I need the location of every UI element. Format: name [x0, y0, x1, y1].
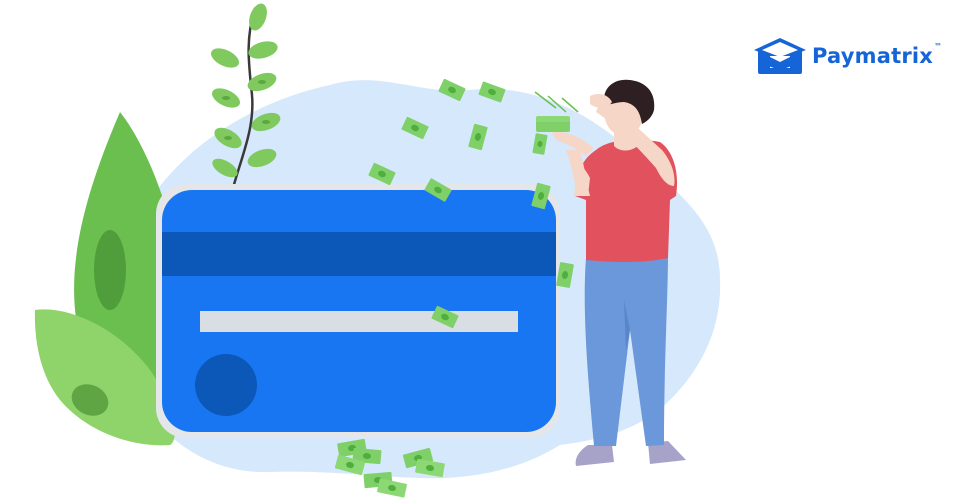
card-signature-strip	[200, 311, 518, 332]
card-chip-circle	[195, 354, 257, 416]
page: Paymatrix ™	[0, 0, 960, 503]
trademark-mark: ™	[934, 42, 943, 51]
brand-name: Paymatrix	[812, 43, 934, 68]
card-magnetic-stripe	[162, 232, 556, 276]
leaf-spot	[94, 230, 126, 310]
paymatrix-logo-icon	[754, 38, 806, 74]
brand-logo[interactable]: Paymatrix ™	[752, 36, 942, 76]
left-shoe	[575, 445, 614, 466]
